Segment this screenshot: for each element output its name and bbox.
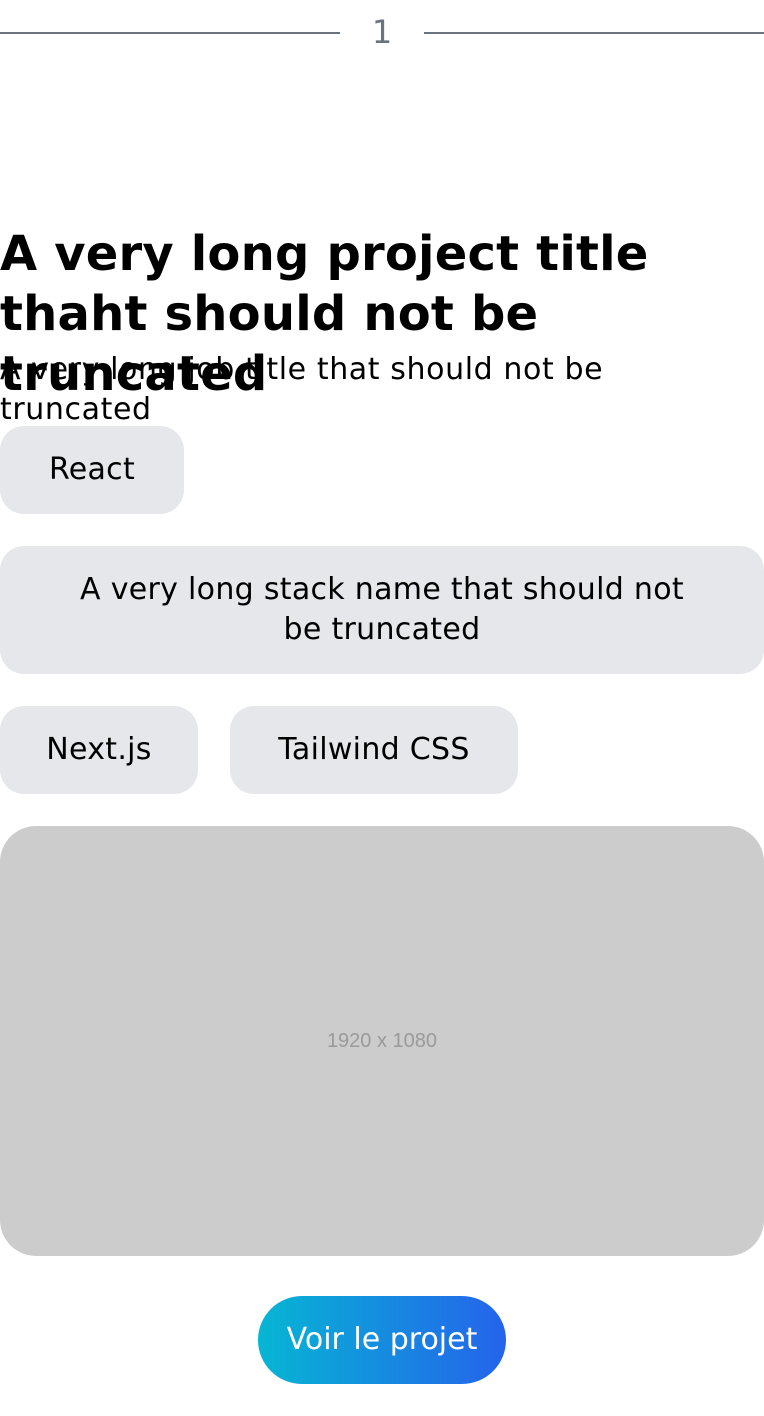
- divider-line-right: [424, 32, 764, 34]
- stack-tag: Next.js: [0, 706, 198, 794]
- job-title: A very long job title that should not be…: [0, 352, 604, 427]
- section-divider: 1: [0, 0, 764, 66]
- stack-tag-label: A very long stack name that should not b…: [80, 572, 684, 647]
- divider-line-left: [0, 32, 340, 34]
- stack-tag: React: [0, 426, 184, 514]
- stack-tag: A very long stack name that should not b…: [0, 546, 764, 674]
- stack-tag-label: Next.js: [46, 732, 152, 767]
- project-image-placeholder: 1920 x 1080: [0, 826, 764, 1256]
- image-dimensions-label: 1920 x 1080: [326, 1029, 438, 1052]
- stack-tag: Tailwind CSS: [230, 706, 518, 794]
- stack-tag-label: Tailwind CSS: [278, 732, 470, 767]
- section-number: 1: [371, 13, 393, 51]
- stack-tag-label: React: [48, 452, 136, 487]
- view-project-button[interactable]: Voir le projet: [258, 1296, 506, 1384]
